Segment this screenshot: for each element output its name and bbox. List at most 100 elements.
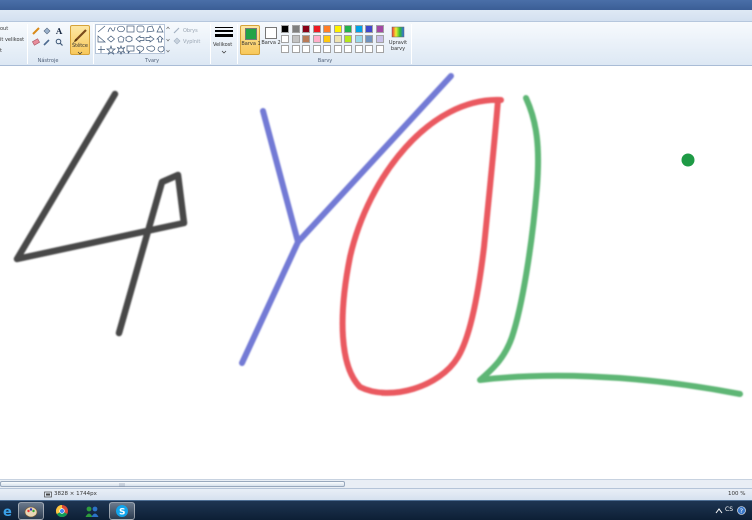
palette-swatch[interactable] [354, 35, 363, 43]
palette-swatch[interactable] [344, 45, 352, 53]
grip-icon [119, 483, 125, 487]
color-picker-icon[interactable] [43, 38, 51, 46]
image-dimensions: 3828 × 1744px [54, 491, 97, 497]
line-shape-icon [97, 25, 106, 33]
language-indicator[interactable]: CS [725, 506, 733, 513]
size-button[interactable]: Velikost [212, 25, 236, 55]
color1-swatch [245, 28, 257, 40]
shapes-gallery[interactable] [95, 24, 165, 55]
palette-swatch[interactable] [323, 45, 331, 53]
horizontal-scrollbar[interactable] [0, 479, 752, 488]
separator [411, 24, 412, 64]
messenger-taskbar-button[interactable] [79, 502, 105, 520]
color1-button[interactable]: Barva 1 [240, 25, 261, 55]
shapes-group-label: Tvary [144, 58, 160, 64]
color2-label: Barva 2 [261, 40, 281, 46]
green-dot [681, 153, 695, 167]
color2-button[interactable]: Barva 2 [261, 25, 281, 55]
chrome-icon [55, 505, 68, 518]
palette-swatch[interactable] [281, 25, 289, 33]
size-label: Velikost [213, 42, 233, 48]
palette-swatch[interactable] [375, 35, 384, 43]
drawing-canvas[interactable] [0, 67, 752, 479]
rectangle-shape-icon [126, 25, 135, 33]
palette-swatch[interactable] [281, 35, 289, 43]
fill-bucket-icon[interactable] [43, 27, 51, 35]
palette-swatch[interactable] [375, 45, 384, 53]
palette-swatch[interactable] [375, 25, 384, 33]
palette-swatch[interactable] [281, 45, 289, 53]
rotate-button-label[interactable]: t [0, 48, 2, 54]
brushes-label: Štětce [72, 43, 88, 49]
triangle-shape-icon [156, 25, 164, 33]
shapes-scroll-icon[interactable] [166, 25, 170, 55]
text-tool-icon[interactable]: A [55, 27, 63, 35]
taskbar: e S CS ? [0, 500, 752, 520]
paint-taskbar-button[interactable] [18, 502, 44, 520]
rounded-rectangle-shape-icon [136, 25, 145, 33]
palette-swatch[interactable] [291, 35, 300, 43]
title-bar [0, 0, 752, 10]
scrollbar-thumb[interactable] [0, 481, 345, 487]
palette-swatch[interactable] [333, 35, 342, 43]
edit-colors-button[interactable]: Upravit barvy [388, 25, 408, 55]
palette-swatch[interactable] [302, 45, 310, 53]
pencil-icon[interactable] [32, 27, 40, 35]
rainbow-palette-icon [391, 26, 405, 38]
stroke-o [339, 96, 504, 396]
fill-label[interactable]: Vyplnit [183, 39, 200, 45]
chrome-taskbar-button[interactable] [49, 502, 75, 520]
palette-swatch[interactable] [354, 25, 363, 33]
palette-swatch[interactable] [291, 25, 300, 33]
svg-text:?: ? [740, 507, 743, 515]
ribbon: out it velikost t A Nástroje Štětce Obry… [0, 22, 752, 66]
status-bar: 3828 × 1744px 100 % [0, 488, 752, 500]
star-shape-icon [106, 44, 116, 55]
separator [27, 24, 28, 64]
palette-swatch[interactable] [312, 45, 321, 53]
palette-swatch[interactable] [365, 25, 373, 33]
outline-label[interactable]: Obrys [183, 28, 198, 34]
color1-label: Barva 1 [241, 41, 261, 47]
polygon-shape-icon [146, 25, 155, 33]
magnifier-icon[interactable] [55, 38, 63, 46]
palette-swatch[interactable] [291, 45, 300, 53]
zoom-level: 100 % [728, 491, 746, 497]
callout-rect-shape-icon [126, 45, 135, 54]
palette-swatch[interactable] [354, 45, 363, 53]
color-palette [281, 25, 389, 55]
cut-button-label[interactable]: out [0, 26, 8, 32]
curve-shape-icon [107, 26, 116, 33]
pentagon-shape-icon [117, 35, 125, 43]
palette-swatch[interactable] [323, 35, 331, 43]
fill-icon[interactable] [173, 37, 181, 45]
outline-icon[interactable] [173, 26, 181, 34]
skype-taskbar-button[interactable]: S [109, 502, 135, 520]
palette-swatch[interactable] [312, 25, 321, 33]
tools-group-label: Nástroje [37, 58, 59, 64]
palette-swatch[interactable] [365, 35, 373, 43]
chevron-down-icon [77, 51, 83, 55]
palette-swatch[interactable] [365, 45, 373, 53]
palette-swatch[interactable] [302, 25, 310, 33]
palette-swatch[interactable] [344, 35, 352, 43]
show-hidden-icons-icon[interactable] [715, 507, 723, 515]
internet-explorer-taskbar-button[interactable]: e [0, 502, 20, 520]
resize-button-label[interactable]: it velikost [0, 37, 24, 43]
colors-group-label: Barvy [317, 58, 333, 64]
palette-swatch[interactable] [333, 45, 342, 53]
palette-swatch[interactable] [312, 35, 321, 43]
canvas-drawing [13, 73, 743, 397]
paint-window: out it velikost t A Nástroje Štětce Obry… [0, 0, 752, 520]
palette-swatch[interactable] [333, 25, 342, 33]
palette-swatch[interactable] [302, 35, 310, 43]
palette-swatch[interactable] [344, 25, 352, 33]
palette-swatch[interactable] [323, 25, 331, 33]
stroke-y [239, 73, 454, 366]
help-icon[interactable]: ? [737, 506, 746, 515]
brushes-button[interactable]: Štětce [70, 25, 90, 55]
six-point-star-shape-icon [116, 45, 126, 55]
skype-icon: S [116, 505, 128, 518]
image-size-icon [44, 491, 52, 498]
eraser-icon[interactable] [32, 38, 40, 46]
